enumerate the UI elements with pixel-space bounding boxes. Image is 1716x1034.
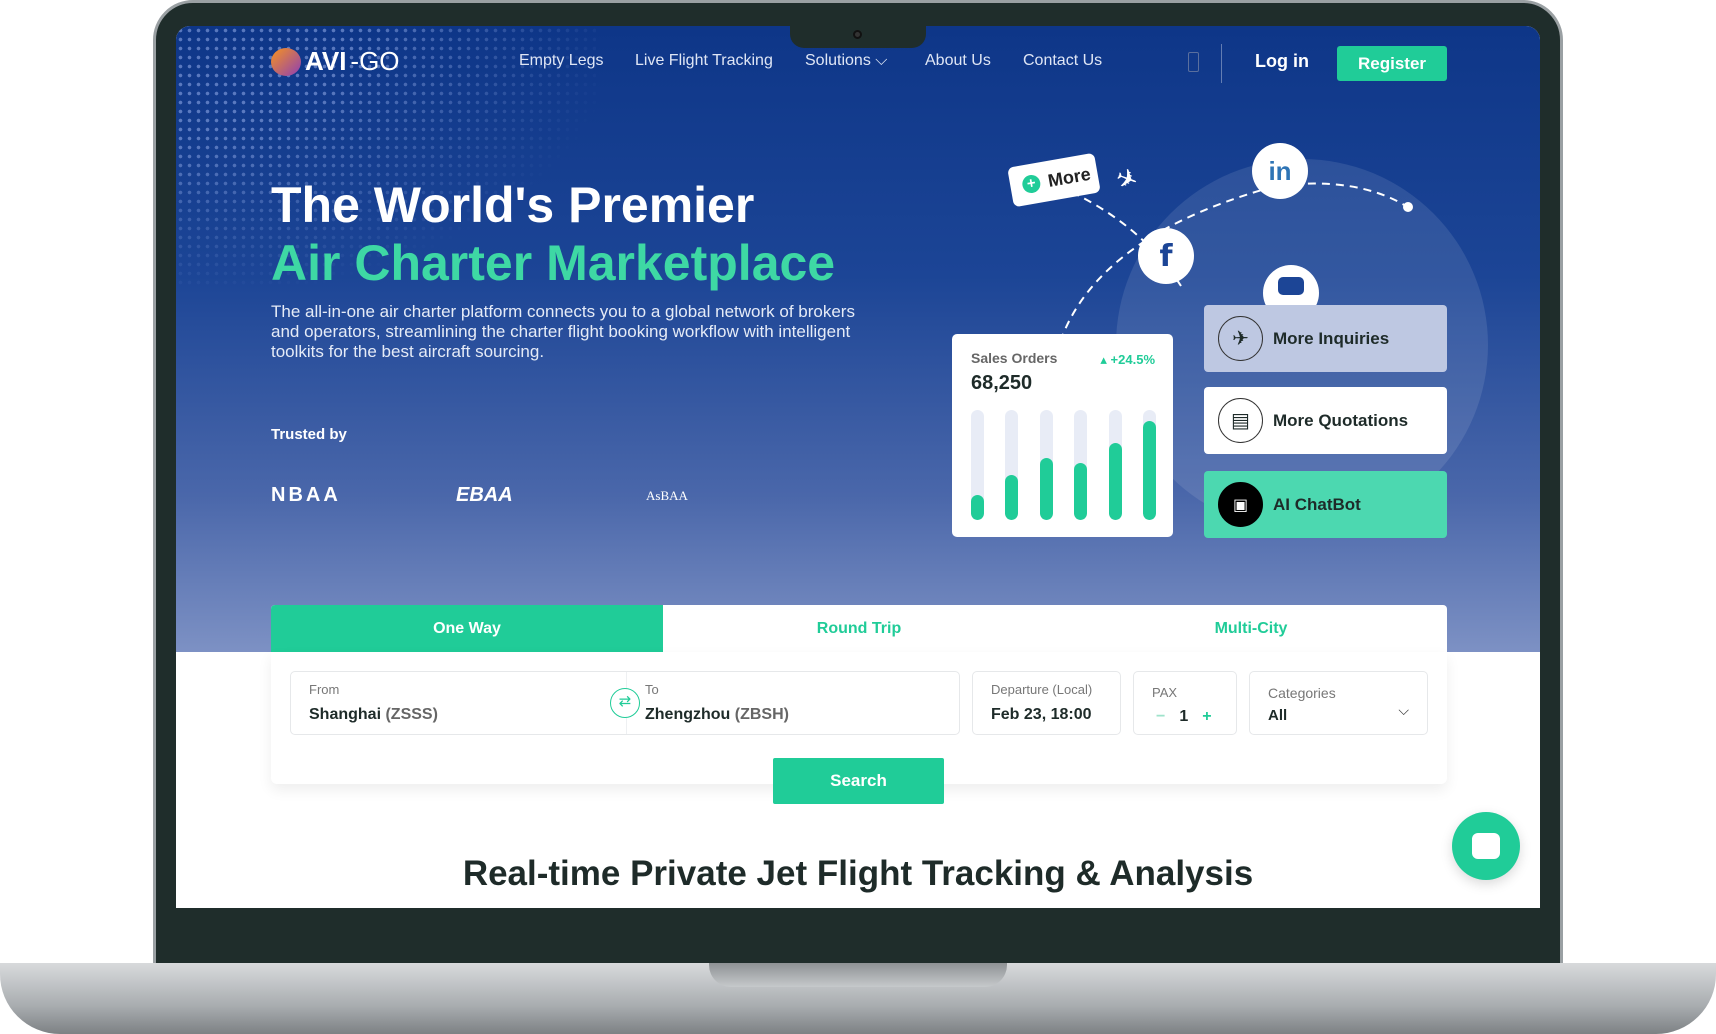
airplane-icon: ✈ [1218,316,1263,361]
login-link[interactable]: Log in [1255,51,1309,72]
from-field[interactable]: From Shanghai (ZSSS) [291,672,626,734]
tab-round-trip[interactable]: Round Trip [663,605,1055,652]
bar-track [1108,410,1122,520]
change-badge: ▴ +24.5% [1100,352,1155,367]
screen: AVI -GO Empty Legs Live Flight Tracking S… [176,26,1540,908]
facebook-icon[interactable]: f [1138,228,1194,284]
logo-icon [271,47,301,76]
asbaa-logo: AsBAA [646,488,688,503]
bar-fill [1039,458,1053,520]
pax-plus-button[interactable]: + [1202,708,1211,726]
register-button[interactable]: Register [1337,46,1447,81]
laptop-base-notch [709,963,1007,987]
more-quotations-card[interactable]: ▤ More Quotations [1204,387,1447,454]
bar-fill [1108,443,1122,520]
sales-bars [971,410,1156,520]
linkedin-icon[interactable]: in [1252,143,1308,199]
nav-about-us[interactable]: About Us [925,52,991,70]
chevron-down-icon: ⌵ [1398,702,1409,718]
more-inquiries-card[interactable]: ✈ More Inquiries [1204,305,1447,372]
plus-icon: + [1020,173,1042,195]
hero-description: The all-in-one air charter platform conn… [271,302,855,361]
quotation-icon: ▤ [1218,398,1263,443]
bar-track [1005,410,1019,520]
ai-chatbot-card[interactable]: ▣ AI ChatBot [1204,471,1447,538]
bar-fill [1005,474,1019,520]
tab-multi-city[interactable]: Multi-City [1055,605,1447,652]
pax-value: 1 [1179,708,1189,725]
tab-one-way[interactable]: One Way [271,605,663,652]
pax-minus-button[interactable]: − [1156,708,1165,726]
hero-title: The World's Premier Air Charter Marketpla… [271,177,836,291]
logo[interactable]: AVI -GO [271,46,400,77]
nav-solutions[interactable]: Solutions ⌵ [805,52,887,70]
robot-icon [1472,833,1500,859]
ebaa-logo: EBAA [456,484,513,506]
pax-field: PAX − 1 + [1133,671,1237,735]
search-button[interactable]: Search [773,758,944,804]
bar-track [1039,410,1053,520]
robot-icon: ▣ [1218,482,1263,527]
sales-orders-card: Sales Orders ▴ +24.5% 68,250 [952,334,1173,537]
trusted-label: Trusted by [271,426,347,443]
bar-track [1074,410,1088,520]
nav-live-flight-tracking[interactable]: Live Flight Tracking [635,52,773,70]
section-heading: Real-time Private Jet Flight Tracking & … [462,854,1254,893]
bar-fill [1142,421,1156,520]
chevron-down-icon: ⌵ [875,52,888,69]
trip-tabs: One Way Round Trip Multi-City [271,605,1447,652]
to-field[interactable]: To Zhengzhou (ZBSH) [627,672,959,734]
categories-select[interactable]: Categories All ⌵ [1249,671,1428,735]
divider [1221,44,1222,83]
nav-contact-us[interactable]: Contact Us [1023,52,1102,70]
nbaa-logo: NBAA [271,484,341,506]
camera-notch [790,26,926,48]
bar-fill [1074,462,1088,520]
phone-icon[interactable] [1188,52,1199,72]
bar-fill [971,494,984,520]
bar-track [971,410,984,520]
bar-track [1142,410,1156,520]
departure-field[interactable]: Departure (Local) Feb 23, 18:00 [972,671,1121,735]
nav-empty-legs[interactable]: Empty Legs [519,52,603,70]
swap-icon[interactable]: ⇄ [610,688,640,718]
chatbot-fab[interactable] [1452,812,1520,880]
